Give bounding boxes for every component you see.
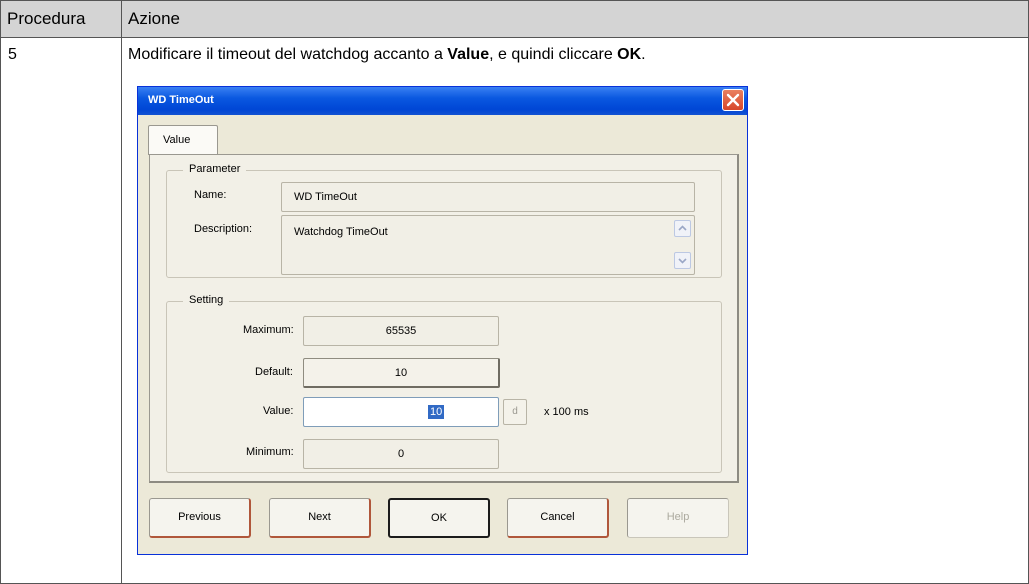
tab-panel: Parameter Name: WD TimeOut Description: … [149, 154, 739, 483]
parameter-group: Parameter Name: WD TimeOut Description: … [166, 163, 722, 278]
value-input-text: 10 [428, 405, 445, 419]
chevron-down-icon [678, 258, 687, 264]
cancel-button[interactable]: Cancel [507, 498, 609, 538]
instruction-ok-keyword: OK [617, 46, 642, 63]
maximum-field: 65535 [303, 316, 499, 346]
close-icon [726, 93, 740, 107]
header-procedura: Procedura [0, 0, 122, 38]
value-label: Value: [263, 405, 294, 417]
header-azione: Azione [121, 0, 1029, 38]
maximum-label: Maximum: [243, 324, 294, 336]
tab-value[interactable]: Value [148, 125, 218, 155]
step-number: 5 [0, 37, 122, 584]
wd-timeout-dialog: WD TimeOut Value Parameter Name: WD Time… [137, 86, 748, 555]
unit-label: x 100 ms [544, 406, 589, 418]
chevron-up-icon [678, 225, 687, 231]
parameter-group-label: Parameter [183, 163, 247, 175]
help-button: Help [627, 498, 729, 538]
dialog-titlebar[interactable]: WD TimeOut [138, 87, 747, 115]
ok-button[interactable]: OK [388, 498, 490, 538]
default-label: Default: [255, 366, 293, 378]
minimum-label: Minimum: [246, 446, 294, 458]
scroll-down-button[interactable] [674, 252, 691, 269]
instruction-value-keyword: Value [447, 46, 490, 63]
setting-group: Setting Maximum: 65535 Default: 10 Value… [166, 294, 722, 473]
minimum-field: 0 [303, 439, 499, 469]
description-field: Watchdog TimeOut [281, 215, 695, 275]
close-button[interactable] [722, 89, 744, 111]
name-field: WD TimeOut [281, 182, 695, 212]
next-button[interactable]: Next [269, 498, 371, 538]
value-input[interactable]: 10 [303, 397, 499, 427]
previous-button[interactable]: Previous [149, 498, 251, 538]
dialog-title: WD TimeOut [148, 94, 214, 106]
description-label: Description: [194, 223, 253, 235]
description-value: Watchdog TimeOut [294, 226, 388, 238]
setting-group-label: Setting [183, 294, 230, 306]
d-button[interactable]: d [503, 399, 527, 425]
tab-value-label: Value [163, 134, 191, 146]
name-value: WD TimeOut [294, 191, 357, 203]
instruction-text: Modificare il timeout del watchdog accan… [128, 46, 646, 63]
name-label: Name: [194, 189, 227, 201]
scroll-up-button[interactable] [674, 220, 691, 237]
default-button[interactable]: 10 [303, 358, 500, 388]
